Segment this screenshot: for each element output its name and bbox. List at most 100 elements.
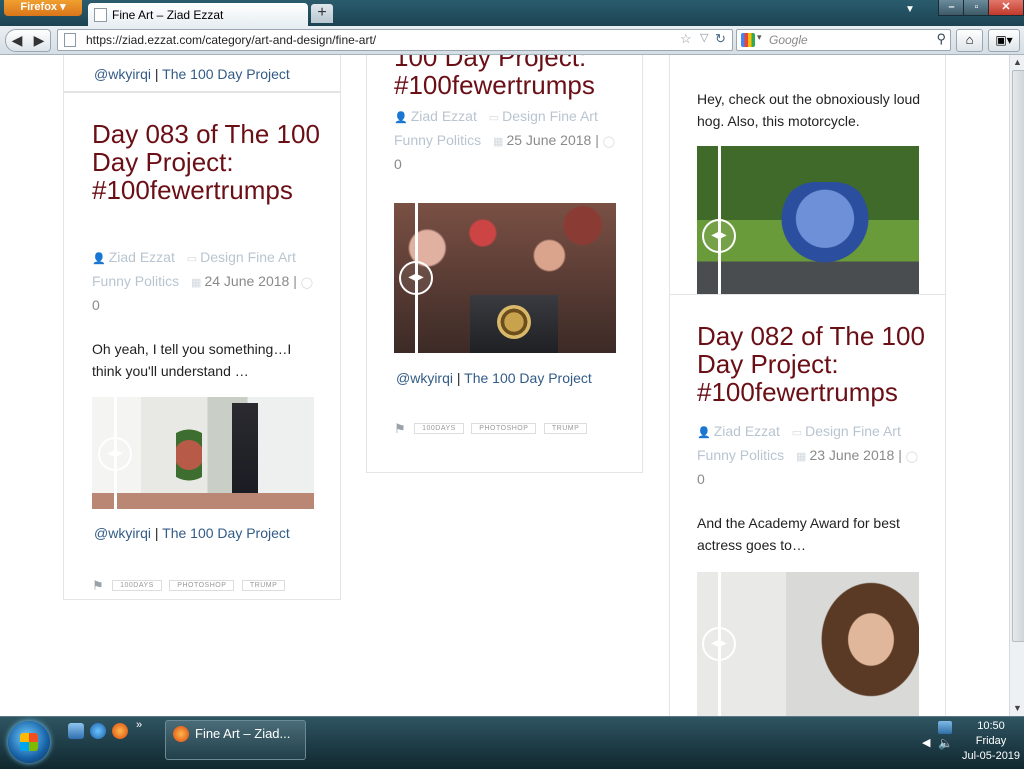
image-motorcycle: [779, 182, 871, 274]
comparison-handle-icon[interactable]: ◀▶: [98, 437, 132, 471]
taskbar-firefox-window[interactable]: Fine Art – Ziad...: [165, 720, 306, 760]
bookmarks-icon: ▣▾: [995, 33, 1013, 47]
post-image-comparison[interactable]: ◀▶: [92, 397, 314, 509]
post-card-day082: Day 082 of The 100 Day Project: #100fewe…: [669, 294, 946, 716]
byline-project-link[interactable]: The 100 Day Project: [162, 66, 290, 82]
byline-project-link[interactable]: The 100 Day Project: [162, 525, 290, 541]
firefox-menu-label: Firefox: [20, 1, 58, 13]
back-button[interactable]: ◀: [5, 29, 29, 52]
post-title[interactable]: 100 Day Project: #100fewertrumps: [394, 55, 634, 99]
windows-taskbar: » Fine Art – Ziad... ◀ 🔈 10:50 Friday Ju…: [0, 716, 1024, 769]
forward-button[interactable]: ▶: [28, 29, 51, 52]
post-title[interactable]: Day 082 of The 100 Day Project: #100fewe…: [697, 322, 937, 406]
post-author[interactable]: Ziad Ezzat: [411, 108, 477, 124]
tag-trump[interactable]: TRUMP: [241, 580, 286, 592]
reload-icon[interactable]: ↻: [715, 31, 726, 47]
post-date: 24 June 2018: [204, 273, 290, 289]
post-image-comparison[interactable]: ◀▶: [394, 203, 616, 353]
close-button[interactable]: ✕: [988, 0, 1024, 16]
image-figure: [232, 403, 258, 503]
maximize-button[interactable]: ▫: [963, 0, 990, 16]
firefox-icon: [173, 726, 189, 742]
url-text[interactable]: https://ziad.ezzat.com/category/art-and-…: [86, 33, 376, 47]
author-icon: 👤: [92, 253, 106, 265]
presidential-seal-icon: [497, 305, 531, 339]
post-card-day084: 100 Day Project: #100fewertrumps 👤 Ziad E…: [366, 55, 643, 473]
folder-icon: ▭: [186, 253, 198, 265]
system-clock[interactable]: 10:50 Friday Jul-05-2019: [958, 719, 1024, 764]
byline-user-link[interactable]: @wkyirqi: [94, 66, 151, 82]
scroll-up-icon[interactable]: ▲: [1010, 55, 1024, 70]
volume-icon[interactable]: 🔈: [938, 736, 953, 750]
image-portrait: [799, 572, 919, 716]
clock-date: Jul-05-2019: [961, 750, 1021, 762]
firefox-quicklaunch-icon[interactable]: [112, 723, 128, 739]
bookmarks-button[interactable]: ▣▾: [988, 29, 1020, 52]
scroll-down-icon[interactable]: ▼: [1010, 701, 1024, 716]
comment-count[interactable]: 0: [92, 297, 100, 313]
internet-explorer-icon[interactable]: [90, 723, 106, 739]
browser-tab[interactable]: Fine Art – Ziad Ezzat: [88, 3, 308, 26]
post-image-comparison[interactable]: ◀▶: [697, 572, 919, 716]
post-meta: 👤 Ziad Ezzat ▭ Design Fine Art Funny Polit…: [92, 249, 314, 313]
tray-expand-icon[interactable]: ◀: [922, 736, 930, 749]
post-meta: 👤 Ziad Ezzat ▭ Design Fine Art Funny Polit…: [697, 423, 919, 487]
search-bar[interactable]: ▾ Google ⚲: [736, 29, 951, 51]
network-icon[interactable]: [938, 721, 952, 734]
comment-count[interactable]: 0: [697, 471, 705, 487]
post-author[interactable]: Ziad Ezzat: [109, 249, 175, 265]
tab-list-dropdown-icon[interactable]: ▼: [905, 4, 915, 15]
comment-icon: ◯: [300, 277, 314, 289]
scrollbar-thumb[interactable]: [1012, 70, 1024, 642]
post-image-comparison[interactable]: ◀▶: [697, 146, 919, 294]
search-input[interactable]: Google: [769, 33, 808, 47]
author-icon: 👤: [394, 112, 408, 124]
post-excerpt: Hey, check out the obnoxiously loud hog.…: [697, 91, 921, 129]
home-button[interactable]: ⌂: [956, 29, 983, 52]
firefox-menu-button[interactable]: Firefox ▾: [4, 0, 82, 16]
url-bar[interactable]: https://ziad.ezzat.com/category/art-and-…: [57, 29, 733, 51]
post-card-top-remnant: @wkyirqi | The 100 Day Project: [63, 55, 341, 92]
post-byline: @wkyirqi | The 100 Day Project: [94, 525, 290, 541]
comment-count[interactable]: 0: [394, 156, 402, 172]
clock-time: 10:50: [977, 720, 1005, 732]
post-tags: ⚑ 100DAYS PHOTOSHOP TRUMP: [92, 577, 288, 595]
byline-user-link[interactable]: @wkyirqi: [396, 370, 453, 386]
byline-project-link[interactable]: The 100 Day Project: [464, 370, 592, 386]
tag-photoshop[interactable]: PHOTOSHOP: [169, 580, 235, 592]
tag-trump[interactable]: TRUMP: [543, 423, 588, 435]
comparison-handle-icon[interactable]: ◀▶: [702, 627, 736, 661]
comment-icon: ◯: [602, 136, 616, 148]
show-desktop-icon[interactable]: [68, 723, 84, 739]
calendar-icon: ▦: [493, 136, 504, 148]
tag-icon: ⚑: [92, 577, 104, 593]
taskbar-window-label: Fine Art – Ziad...: [195, 726, 291, 741]
folder-icon: ▭: [488, 112, 500, 124]
comparison-handle-icon[interactable]: ◀▶: [399, 261, 433, 295]
page-viewport: @wkyirqi | The 100 Day Project Day 083 o…: [0, 55, 1009, 716]
calendar-icon: ▦: [796, 451, 807, 463]
site-identity-icon[interactable]: [64, 33, 76, 47]
tag-photoshop[interactable]: PHOTOSHOP: [471, 423, 537, 435]
image-ground: [92, 493, 314, 509]
tag-100days[interactable]: 100DAYS: [112, 580, 162, 592]
minimize-button[interactable]: –: [938, 0, 965, 16]
search-icon[interactable]: ⚲: [936, 31, 946, 47]
comparison-handle-icon[interactable]: ◀▶: [702, 219, 736, 253]
post-author[interactable]: Ziad Ezzat: [714, 423, 780, 439]
google-icon[interactable]: [741, 33, 755, 47]
byline-user-link[interactable]: @wkyirqi: [94, 525, 151, 541]
quicklaunch-more-icon[interactable]: »: [136, 719, 142, 731]
post-byline: @wkyirqi | The 100 Day Project: [396, 370, 592, 386]
bookmark-star-icon[interactable]: ☆: [680, 31, 692, 47]
vertical-scrollbar[interactable]: ▲ ▼: [1009, 55, 1024, 716]
calendar-icon: ▦: [191, 277, 202, 289]
new-tab-button[interactable]: +: [311, 4, 333, 23]
start-button[interactable]: [8, 721, 50, 763]
post-card-day083: Day 083 of The 100 Day Project: #100fewe…: [63, 92, 341, 600]
tag-100days[interactable]: 100DAYS: [414, 423, 464, 435]
post-excerpt: Oh yeah, I tell you something…I think yo…: [92, 341, 292, 379]
url-history-dropdown-icon[interactable]: ▽: [700, 31, 708, 44]
search-engine-dropdown-icon[interactable]: ▾: [757, 32, 762, 43]
post-title[interactable]: Day 083 of The 100 Day Project: #100fewe…: [92, 120, 332, 204]
